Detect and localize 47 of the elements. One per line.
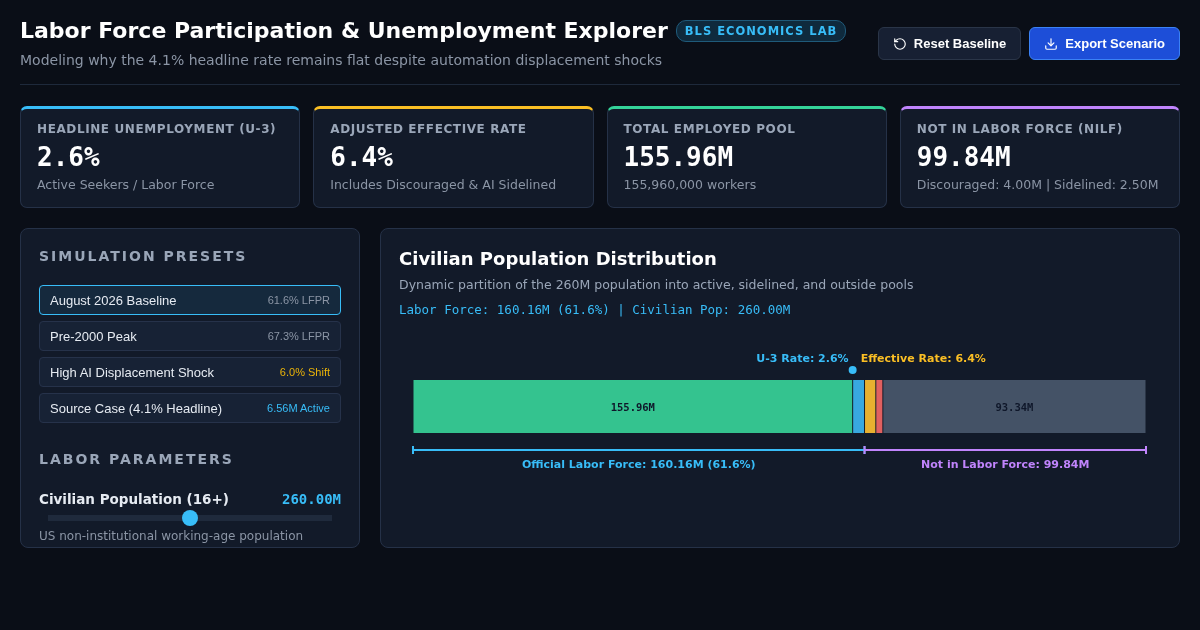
reset-icon	[892, 36, 907, 51]
preset-name: Source Case (4.1% Headline)	[50, 400, 222, 416]
section-title: SIMULATION PRESETS	[39, 248, 249, 264]
slider-reading: 260.00M	[282, 491, 341, 507]
slider-label: Civilian Population (16+)	[39, 491, 229, 507]
stat-note: Discouraged: 4.00M | Sidelined: 2.50M	[916, 177, 1160, 192]
stat-value: 6.4%	[330, 142, 394, 172]
lab-badge: BLS ECONOMICS LAB	[675, 19, 847, 42]
segment-label: 155.96M	[610, 401, 655, 413]
preset-name: Pre-2000 Peak	[50, 328, 137, 344]
stat-value: 2.6%	[37, 142, 101, 172]
bracket-label: Official Labor Force: 160.16M (61.6%)	[521, 458, 756, 471]
preset-name: August 2026 Baseline	[50, 292, 177, 308]
page-title: Labor Force Participation & Unemployment Explorer	[20, 18, 668, 43]
chart-summary: Labor Force: 160.16M (61.6%) | Civilian Pop: 260.00M	[399, 302, 792, 317]
chart-subtitle: Dynamic partition of the 260M population into active, sidelined, and outside pools	[399, 277, 915, 292]
stat-note: Active Seekers / Labor Force	[37, 177, 216, 192]
preset-tag: 67.3% LFPR	[267, 330, 330, 342]
preset-tag: 6.0% Shift	[279, 366, 330, 378]
stat-note: Includes Discouraged & AI Sidelined	[330, 177, 558, 192]
segment-label: 93.34M	[995, 401, 1034, 413]
stat-label: NOT IN LABOR FORCE (NILF)	[916, 122, 1124, 136]
preset-item[interactable]: August 2026 Baseline 61.6% LFPR	[39, 285, 341, 315]
rate-annotation: Effective Rate: 6.4%	[860, 352, 986, 365]
export-button[interactable]: Export Scenario	[1029, 27, 1180, 60]
stat-label: HEADLINE UNEMPLOYMENT (U-3)	[37, 122, 278, 136]
preset-item[interactable]: Source Case (4.1% Headline) 6.56M Active	[39, 393, 341, 423]
stat-value: 99.84M	[916, 142, 1012, 172]
page-subtitle: Modeling why the 4.1% headline rate remains flat despite automation displacement shocks	[20, 52, 664, 68]
stat-value: 155.96M	[623, 142, 735, 172]
preset-item[interactable]: Pre-2000 Peak 67.3% LFPR	[39, 321, 341, 351]
rate-annotation: U-3 Rate: 2.6%	[756, 352, 849, 365]
preset-tag: 61.6% LFPR	[267, 294, 330, 306]
stat-note: 155,960,000 workers	[623, 177, 758, 192]
chart-title: Civilian Population Distribution	[399, 248, 718, 269]
stat-label: ADJUSTED EFFECTIVE RATE	[330, 122, 528, 136]
slider-hint: US non-institutional working-age population	[39, 529, 305, 543]
preset-item[interactable]: High AI Displacement Shock 6.0% Shift	[39, 357, 341, 387]
section-title: LABOR PARAMETERS	[39, 451, 235, 467]
reset-button[interactable]: Reset Baseline	[877, 27, 1022, 60]
bracket-label: Not in Labor Force: 99.84M	[921, 458, 1090, 471]
preset-name: High AI Displacement Shock	[50, 364, 215, 380]
stat-label: TOTAL EMPLOYED POOL	[623, 122, 797, 136]
slider-thumb[interactable]	[182, 510, 198, 526]
rate-marker	[848, 366, 857, 374]
download-icon	[1044, 36, 1059, 51]
preset-tag: 6.56M Active	[267, 402, 330, 414]
